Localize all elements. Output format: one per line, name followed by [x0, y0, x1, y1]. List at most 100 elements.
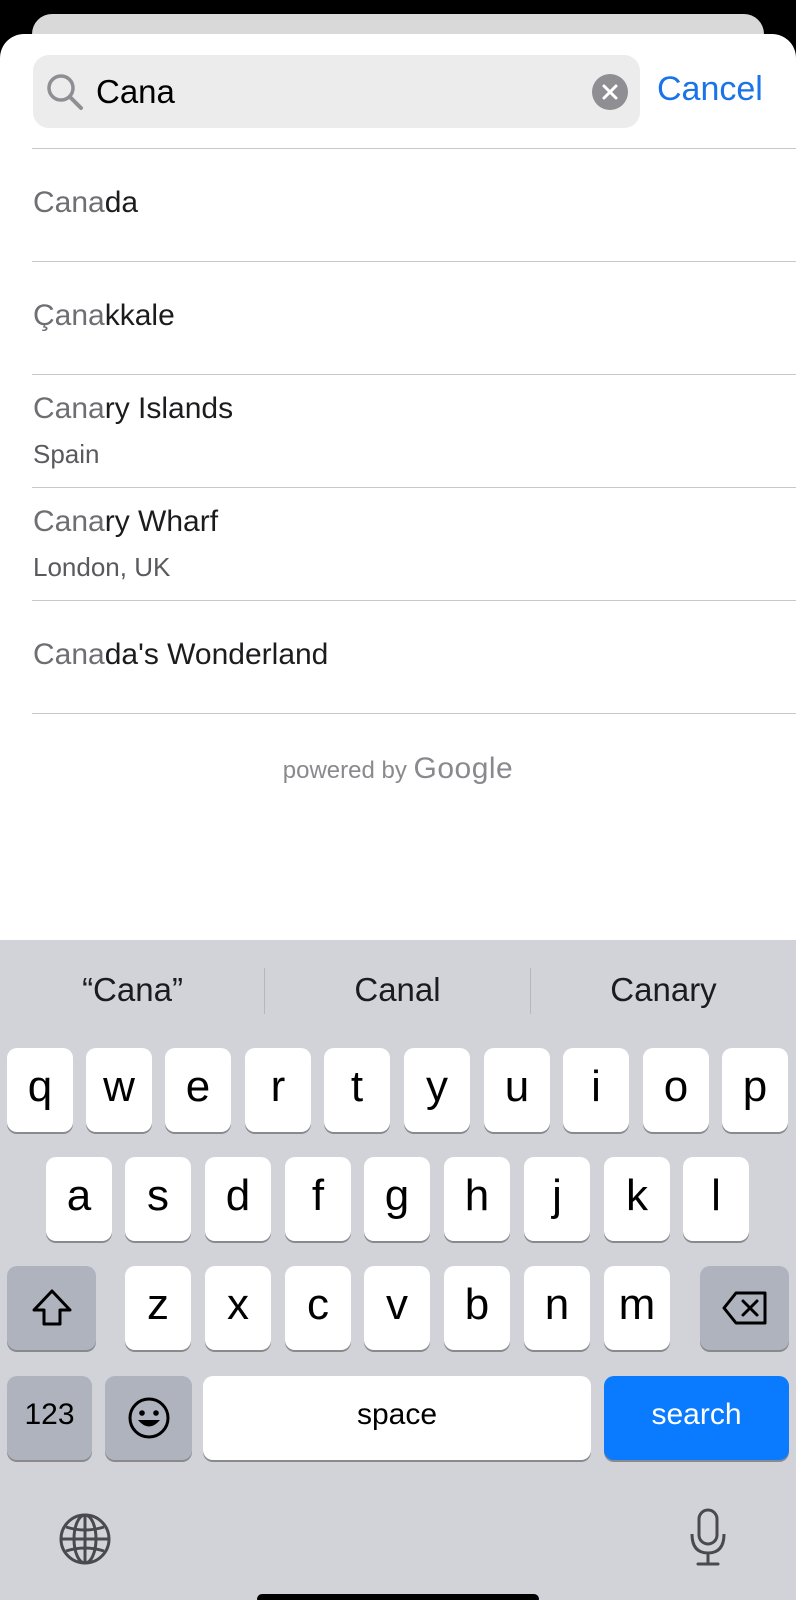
- key-label: z: [147, 1280, 169, 1329]
- emoji-key[interactable]: [105, 1376, 192, 1460]
- key-label: g: [384, 1171, 410, 1220]
- suggestion-item[interactable]: “Cana”: [0, 970, 265, 1010]
- key-label: w: [103, 1062, 135, 1111]
- key-label: a: [66, 1171, 92, 1220]
- key-y[interactable]: y: [404, 1048, 470, 1132]
- key-label: m: [618, 1280, 656, 1329]
- key-i[interactable]: i: [563, 1048, 629, 1132]
- search-bar: Cana Cancel: [0, 34, 796, 148]
- key-l[interactable]: l: [683, 1157, 749, 1241]
- key-q[interactable]: q: [7, 1048, 73, 1132]
- key-k[interactable]: k: [604, 1157, 670, 1241]
- key-c[interactable]: c: [285, 1266, 351, 1350]
- result-item[interactable]: Canada: [0, 149, 796, 262]
- key-label: p: [742, 1062, 768, 1111]
- key-d[interactable]: d: [205, 1157, 271, 1241]
- key-x[interactable]: x: [205, 1266, 271, 1350]
- shift-key[interactable]: [7, 1266, 96, 1350]
- results-list: Canada Çanakkale Canary Islands Spain Ca…: [0, 149, 796, 714]
- home-indicator: [257, 1594, 539, 1600]
- key-label: n: [544, 1280, 570, 1329]
- key-label: x: [227, 1280, 249, 1329]
- space-key[interactable]: space: [203, 1376, 591, 1460]
- numbers-key[interactable]: 123: [7, 1376, 92, 1460]
- key-label: f: [311, 1171, 325, 1220]
- key-w[interactable]: w: [86, 1048, 152, 1132]
- result-title-rest: da's Wonderland: [104, 638, 329, 671]
- backspace-icon: [722, 1291, 766, 1325]
- key-o[interactable]: o: [643, 1048, 709, 1132]
- result-subtitle: London, UK: [33, 552, 171, 582]
- result-title-match: Cana: [33, 505, 105, 538]
- globe-icon[interactable]: [58, 1512, 112, 1566]
- result-subtitle: Spain: [33, 439, 100, 469]
- search-icon: [47, 74, 83, 110]
- key-label: s: [147, 1171, 169, 1220]
- key-b[interactable]: b: [444, 1266, 510, 1350]
- key-h[interactable]: h: [444, 1157, 510, 1241]
- key-label: t: [350, 1062, 364, 1111]
- key-z[interactable]: z: [125, 1266, 191, 1350]
- key-u[interactable]: u: [484, 1048, 550, 1132]
- key-label: q: [27, 1062, 53, 1111]
- cancel-button[interactable]: Cancel: [657, 69, 763, 109]
- suggestion-item[interactable]: Canary: [531, 970, 796, 1010]
- result-item[interactable]: Canary Islands Spain: [0, 375, 796, 488]
- key-label: b: [464, 1280, 490, 1329]
- key-g[interactable]: g: [364, 1157, 430, 1241]
- key-f[interactable]: f: [285, 1157, 351, 1241]
- search-input[interactable]: Cana: [33, 55, 640, 128]
- key-n[interactable]: n: [524, 1266, 590, 1350]
- keyboard: “Cana” Canal Canary q w e r t y u i o p …: [0, 940, 796, 1600]
- key-r[interactable]: r: [245, 1048, 311, 1132]
- key-label: d: [225, 1171, 251, 1220]
- result-title-rest: da: [104, 186, 139, 219]
- divider: [32, 713, 796, 714]
- emoji-icon: [128, 1397, 169, 1439]
- result-title-match: Cana: [33, 392, 105, 425]
- delete-key[interactable]: [700, 1266, 789, 1350]
- key-label: h: [464, 1171, 490, 1220]
- key-p[interactable]: p: [722, 1048, 788, 1132]
- attribution-brand-logo: Google: [413, 752, 514, 785]
- predictive-bar: “Cana” Canal Canary: [0, 940, 796, 1040]
- result-title: Çanakkale: [33, 298, 175, 334]
- key-s[interactable]: s: [125, 1157, 191, 1241]
- suggestion-item[interactable]: Canal: [265, 970, 530, 1010]
- result-title: Canary Wharf: [33, 504, 218, 540]
- key-label: e: [185, 1062, 211, 1111]
- result-item[interactable]: Canary Wharf London, UK: [0, 488, 796, 601]
- key-e[interactable]: e: [165, 1048, 231, 1132]
- key-label: search: [651, 1398, 742, 1431]
- result-title: Canada: [33, 185, 138, 221]
- result-title-rest: kkale: [104, 299, 175, 332]
- search-query-text[interactable]: Cana: [96, 72, 175, 112]
- key-label: k: [626, 1171, 648, 1220]
- key-label: i: [591, 1062, 601, 1111]
- shift-icon: [32, 1289, 71, 1326]
- key-label: c: [307, 1280, 329, 1329]
- key-t[interactable]: t: [324, 1048, 390, 1132]
- result-item[interactable]: Canada's Wonderland: [0, 601, 796, 714]
- key-label: y: [426, 1062, 448, 1111]
- microphone-icon[interactable]: [688, 1508, 728, 1568]
- key-label: o: [663, 1062, 689, 1111]
- key-label: l: [711, 1171, 721, 1220]
- key-label: u: [504, 1062, 530, 1111]
- result-title-match: Cana: [33, 638, 105, 671]
- key-j[interactable]: j: [524, 1157, 590, 1241]
- key-a[interactable]: a: [46, 1157, 112, 1241]
- key-label: 123: [24, 1398, 75, 1431]
- result-item[interactable]: Çanakkale: [0, 262, 796, 375]
- key-label: space: [356, 1398, 438, 1431]
- result-title: Canary Islands: [33, 391, 233, 427]
- powered-by-attribution: powered by Google: [0, 752, 796, 786]
- result-title-match: Cana: [33, 186, 105, 219]
- clear-icon: [602, 84, 618, 100]
- key-label: v: [386, 1280, 408, 1329]
- key-m[interactable]: m: [604, 1266, 670, 1350]
- key-v[interactable]: v: [364, 1266, 430, 1350]
- clear-search-button[interactable]: [592, 74, 628, 110]
- search-key[interactable]: search: [604, 1376, 789, 1460]
- key-label: r: [270, 1062, 286, 1111]
